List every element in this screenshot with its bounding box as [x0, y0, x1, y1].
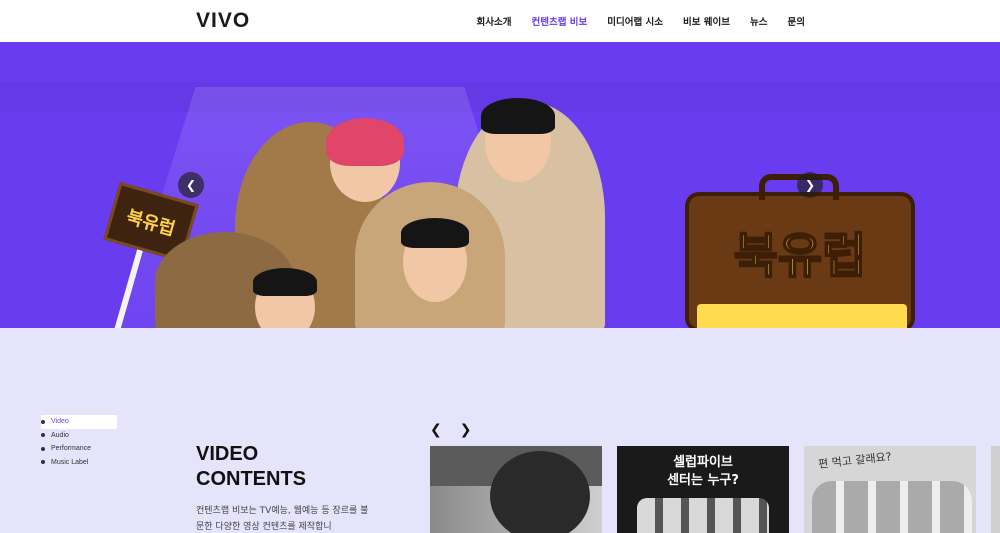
main-nav: 회사소개 컨텐츠랩 비보 미디어랩 시소 비보 웨이브 뉴스 문의: [477, 0, 805, 42]
category-label: Video: [51, 418, 69, 426]
bullet-icon: [41, 433, 45, 438]
chevron-right-icon[interactable]: ❯: [460, 422, 472, 438]
chevron-right-icon: ❯: [804, 178, 816, 192]
hero-cast-image: [155, 82, 620, 328]
category-label: Music Label: [51, 458, 89, 466]
cast-member-head: [401, 218, 469, 302]
cast-member-head: [253, 268, 317, 328]
category-item-audio[interactable]: Audio: [41, 429, 117, 443]
book-graphic: [697, 304, 907, 328]
carousel-next-button[interactable]: ❯: [797, 172, 823, 198]
nav-vivo-wave[interactable]: 비보 웨이브: [683, 14, 730, 28]
category-label: Performance: [51, 445, 92, 453]
category-item-music-label[interactable]: Music Label: [41, 456, 117, 470]
vivo-logo[interactable]: VIVO: [196, 9, 250, 33]
category-item-video[interactable]: Video: [41, 415, 117, 429]
carousel-prev-button[interactable]: ❮: [178, 172, 204, 198]
category-item-performance[interactable]: Performance: [41, 442, 117, 456]
video-thumbnail[interactable]: 셀럽파이브 센터는 누구?: [617, 446, 789, 533]
chevron-left-icon[interactable]: ❮: [430, 422, 442, 438]
show-title: 북유럽: [733, 227, 867, 285]
chevron-left-icon: ❮: [185, 178, 197, 192]
video-thumbnail[interactable]: [430, 446, 602, 533]
thumbnail-caption: 셀럽파이브 센터는 누구?: [667, 455, 739, 488]
video-thumbnail[interactable]: [991, 446, 1000, 533]
nav-contact[interactable]: 문의: [788, 14, 805, 28]
suitcase-logo: 북유럽: [685, 174, 915, 328]
nav-media-lab[interactable]: 미디어랩 시소: [607, 14, 663, 28]
cast-member-head: [481, 98, 555, 182]
nav-company[interactable]: 회사소개: [477, 14, 512, 28]
thumbnail-caption: 편 먹고 갈래요?: [817, 450, 893, 471]
bullet-icon: [41, 419, 45, 424]
nav-contents-lab[interactable]: 컨텐츠랩 비보: [532, 14, 588, 28]
video-thumbnail[interactable]: 편 먹고 갈래요?: [804, 446, 976, 533]
category-menu: Video Audio Performance Music Label: [41, 415, 117, 469]
category-label: Audio: [51, 431, 69, 439]
hero-banner: 북유럽 북유럽 ❮ ❯: [0, 42, 1000, 328]
flag-text: 북유럽: [123, 206, 178, 241]
site-header: VIVO 회사소개 컨텐츠랩 비보 미디어랩 시소 비보 웨이브 뉴스 문의: [0, 0, 1000, 42]
bullet-icon: [41, 460, 45, 465]
thumbnail-nav: ❮ ❯: [430, 422, 471, 438]
section-description: 컨텐츠랩 비보는 TV예능, 웹예능 등 장르를 불문한 다양한 영상 컨텐츠를…: [196, 506, 369, 532]
section-title: VIDEO CONTENTS: [196, 443, 306, 490]
bullet-icon: [41, 446, 45, 451]
video-contents-section: Video Audio Performance Music Label VIDE…: [0, 328, 1000, 533]
nav-news[interactable]: 뉴스: [750, 14, 767, 28]
cast-member-head: [326, 118, 404, 202]
